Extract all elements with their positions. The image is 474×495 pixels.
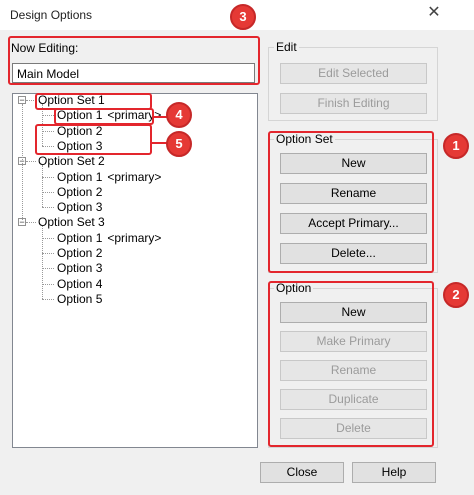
callout-box-now-editing — [8, 36, 260, 85]
tree-line — [26, 161, 36, 163]
tree-option-label: Option 4 — [57, 276, 103, 291]
tree-option-label: Option 2 — [57, 246, 103, 260]
close-button[interactable]: Close — [260, 462, 344, 483]
tree-option[interactable]: Option 1 <primary> — [57, 231, 161, 245]
callout-box-options-2-3 — [35, 124, 152, 155]
help-button[interactable]: Help — [352, 462, 436, 483]
tree-option-label: Option 1 — [57, 230, 103, 245]
tree-option[interactable]: Option 3 — [57, 261, 102, 275]
tree-option[interactable]: Option 2 — [57, 246, 102, 260]
tree-line — [42, 268, 54, 270]
callout-box-option — [268, 281, 434, 447]
callout-box-primary-option — [54, 108, 154, 125]
tree-option-label: Option 1 — [57, 169, 103, 184]
tree-option-set[interactable]: Option Set 2 — [38, 154, 105, 168]
tree-option-set[interactable]: Option Set 3 — [38, 215, 105, 229]
tree-option[interactable]: Option 4 — [57, 277, 102, 291]
tree-option-label: Option 3 — [57, 200, 103, 215]
primary-tag: <primary> — [107, 230, 162, 245]
tree-option-label: Option 2 — [57, 184, 103, 199]
window-title: Design Options — [10, 8, 93, 22]
tree-line — [42, 191, 54, 193]
tree-line — [42, 226, 43, 299]
edit-button-0: Edit Selected — [280, 63, 427, 84]
tree-option[interactable]: Option 5 — [57, 292, 102, 306]
callout-badge-4: 4 — [166, 102, 192, 128]
close-icon[interactable]: ✕ — [426, 5, 442, 21]
tree-line — [42, 253, 54, 254]
edit-group-caption: Edit — [274, 40, 299, 54]
tree-line — [42, 207, 54, 209]
callout-box-option-set — [268, 131, 434, 273]
tree-line — [26, 222, 36, 224]
tree-option-label: Option 5 — [57, 291, 103, 306]
tree-option-label: Option 3 — [57, 261, 103, 276]
primary-tag: <primary> — [107, 169, 162, 184]
tree-line — [42, 298, 54, 300]
callout-badge-3: 3 — [230, 4, 256, 30]
tree-line — [42, 115, 54, 117]
callout-badge-1: 1 — [443, 133, 469, 159]
tree-option[interactable]: Option 1 <primary> — [57, 170, 161, 184]
tree-option[interactable]: Option 2 — [57, 185, 102, 199]
expander-icon[interactable]: − — [18, 96, 26, 105]
callout-badge-5: 5 — [166, 131, 192, 157]
tree-line — [22, 104, 23, 220]
callout-badge-2: 2 — [443, 282, 469, 308]
tree-line — [42, 165, 43, 208]
tree-line — [42, 237, 54, 239]
tree-line — [42, 176, 54, 178]
tree-line — [42, 283, 54, 285]
edit-button-1: Finish Editing — [280, 93, 427, 114]
tree-option[interactable]: Option 3 — [57, 200, 102, 214]
